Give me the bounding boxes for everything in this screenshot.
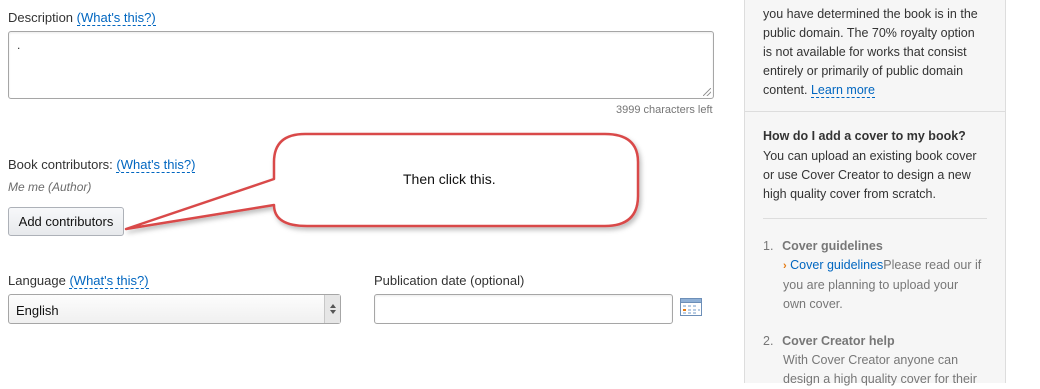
help-sidebar: you have determined the book is in the p…	[744, 0, 1006, 386]
sidebar-divider-short	[763, 218, 987, 219]
step-title: Cover Creator help	[782, 334, 895, 348]
callout-bubble	[124, 132, 640, 231]
step-cover-creator-body: With Cover Creator anyone can design a h…	[783, 353, 977, 386]
public-domain-note: you have determined the book is in the p…	[763, 7, 978, 98]
cover-heading: How do I add a cover to my book?	[763, 129, 966, 143]
step-cover-guidelines: 1. Cover guidelines	[763, 238, 883, 253]
step-number: 1.	[763, 239, 774, 253]
step-cover-guidelines-body: › Cover guidelinesPlease read our if you…	[783, 258, 982, 311]
learn-more-link[interactable]: Learn more	[810, 83, 875, 98]
step-title: Cover guidelines	[782, 239, 883, 253]
step-number: 2.	[763, 334, 774, 348]
language-label: Language	[8, 273, 66, 288]
publication-date-input[interactable]	[374, 294, 673, 324]
sidebar-divider	[745, 111, 1005, 112]
language-selected-value: English	[16, 303, 59, 318]
chevron-right-icon: ›	[783, 260, 787, 272]
language-select[interactable]: English	[8, 294, 341, 324]
calendar-icon[interactable]	[680, 298, 702, 316]
language-label-row: Language (What's this?)	[8, 273, 149, 289]
cover-guidelines-link[interactable]: Cover guidelines	[790, 258, 883, 272]
select-arrows-icon	[324, 295, 340, 323]
callout-text: Then click this.	[403, 171, 496, 187]
step-cover-creator: 2. Cover Creator help	[763, 333, 895, 348]
publication-date-label: Publication date (optional)	[374, 273, 525, 288]
cover-intro: You can upload an existing book cover or…	[763, 149, 977, 201]
language-help-link[interactable]: (What's this?)	[69, 273, 149, 289]
